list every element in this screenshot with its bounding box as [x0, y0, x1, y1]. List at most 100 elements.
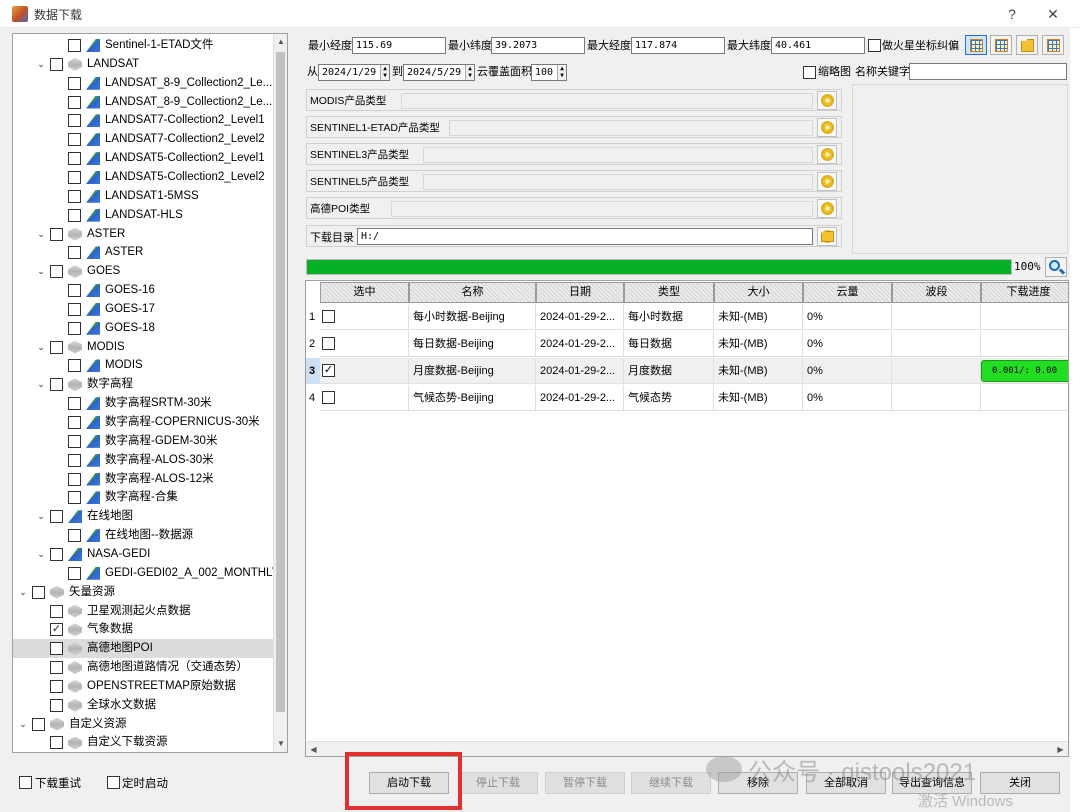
- tree-checkbox[interactable]: [68, 76, 81, 90]
- zoom-button[interactable]: [1045, 257, 1067, 277]
- tree-item[interactable]: Sentinel-1-ETAD文件: [13, 36, 275, 55]
- gear-icon[interactable]: [817, 172, 837, 191]
- pick-area-button[interactable]: [990, 35, 1012, 55]
- tree-item[interactable]: LANDSAT7-Collection2_Level2: [13, 130, 275, 149]
- tree-checkbox[interactable]: [32, 585, 45, 599]
- chevron-down-icon[interactable]: ⌄: [35, 55, 47, 74]
- tree-scrollbar[interactable]: ▲ ▼: [273, 34, 287, 752]
- chevron-down-icon[interactable]: ⌄: [35, 545, 47, 564]
- tree-item[interactable]: LANDSAT5-Collection2_Level1: [13, 149, 275, 168]
- pause-download-button[interactable]: 暂停下载: [545, 772, 625, 794]
- table-row[interactable]: [320, 385, 409, 411]
- table-row[interactable]: ✓: [320, 358, 409, 384]
- tree-checkbox[interactable]: [68, 397, 81, 411]
- tree-checkbox[interactable]: [68, 152, 81, 166]
- min-lat-input[interactable]: 39.2073: [491, 37, 585, 54]
- tree-item[interactable]: ⌄ ASTER: [13, 225, 275, 244]
- column-header[interactable]: 名称: [409, 282, 536, 303]
- chevron-down-icon[interactable]: ⌄: [35, 375, 47, 394]
- tree-checkbox[interactable]: [68, 453, 81, 467]
- tree-item[interactable]: GOES-16: [13, 281, 275, 300]
- max-lat-input[interactable]: 40.461: [771, 37, 865, 54]
- tree-checkbox[interactable]: [50, 661, 63, 675]
- thumbnail-checkbox[interactable]: [803, 66, 816, 79]
- from-date-spinner[interactable]: ▲ ▼: [380, 65, 389, 80]
- chevron-down-icon[interactable]: ⌄: [17, 583, 29, 602]
- scroll-down-icon[interactable]: ▼: [274, 736, 287, 752]
- min-lon-input[interactable]: 115.69: [352, 37, 446, 54]
- tree-checkbox[interactable]: [68, 434, 81, 448]
- tree-item[interactable]: 高德地图道路情况（交通态势）: [13, 658, 275, 677]
- gear-icon[interactable]: [817, 91, 837, 110]
- scroll-left-icon[interactable]: ◀: [306, 742, 321, 756]
- row-checkbox[interactable]: [322, 391, 335, 404]
- grid-tool-button[interactable]: [1042, 35, 1064, 55]
- tree-checkbox[interactable]: [68, 359, 81, 373]
- row-checkbox[interactable]: [322, 337, 335, 350]
- scroll-right-icon[interactable]: ▶: [1053, 742, 1068, 756]
- tree-checkbox[interactable]: [68, 189, 81, 203]
- row-checkbox[interactable]: ✓: [322, 364, 335, 377]
- tree-checkbox[interactable]: [50, 698, 63, 712]
- select-area-button[interactable]: [965, 35, 987, 55]
- close-window-button[interactable]: ✕: [1041, 4, 1065, 24]
- stop-download-button[interactable]: 停止下载: [458, 772, 538, 794]
- open-folder-button[interactable]: [1016, 35, 1038, 55]
- tree-item[interactable]: OPENSTREETMAP原始数据: [13, 677, 275, 696]
- column-header[interactable]: 波段: [892, 282, 981, 303]
- tree-item[interactable]: ✓ 气象数据: [13, 620, 275, 639]
- tree-item[interactable]: ASTER: [13, 243, 275, 262]
- to-date-input[interactable]: 2024/5/29 ▲ ▼: [403, 64, 475, 81]
- table-row[interactable]: [320, 331, 409, 357]
- resume-download-button[interactable]: 继续下载: [631, 772, 711, 794]
- tree-item[interactable]: 数字高程-合集: [13, 488, 275, 507]
- tree-checkbox[interactable]: [68, 302, 81, 316]
- download-dir-input[interactable]: H:/: [357, 228, 813, 245]
- to-date-spinner[interactable]: ▲ ▼: [465, 65, 474, 80]
- table-row[interactable]: [320, 304, 409, 330]
- tree-checkbox[interactable]: [68, 114, 81, 128]
- tree-checkbox[interactable]: [68, 95, 81, 109]
- cloud-input[interactable]: 100 ▲ ▼: [531, 64, 567, 81]
- help-button[interactable]: ?: [1000, 4, 1024, 24]
- chevron-down-icon[interactable]: ⌄: [17, 715, 29, 734]
- tree-checkbox[interactable]: [50, 57, 63, 71]
- column-header[interactable]: 大小: [714, 282, 803, 303]
- column-header[interactable]: 类型: [624, 282, 714, 303]
- product-type-field[interactable]: [423, 147, 813, 163]
- scroll-thumb[interactable]: [276, 52, 285, 712]
- tree-checkbox[interactable]: ✓: [50, 623, 63, 637]
- column-header[interactable]: 日期: [536, 282, 624, 303]
- keyword-input[interactable]: [909, 63, 1067, 80]
- tree-checkbox[interactable]: [50, 265, 63, 279]
- tree-item[interactable]: MODIS: [13, 356, 275, 375]
- chevron-down-icon[interactable]: ⌄: [35, 225, 47, 244]
- tree-checkbox[interactable]: [50, 604, 63, 618]
- result-table[interactable]: 选中 名称 日期 类型 大小 云量 波段 下载进度 1 每小时数据-Beijing 2024-01…: [305, 280, 1069, 757]
- tree-item[interactable]: 自定义下载资源: [13, 733, 275, 752]
- tree-checkbox[interactable]: [68, 491, 81, 505]
- tree-checkbox[interactable]: [50, 679, 63, 693]
- tree-item[interactable]: ⌄ NASA-GEDI: [13, 545, 275, 564]
- tree-item[interactable]: LANDSAT_8-9_Collection2_Le...: [13, 93, 275, 112]
- tree-item[interactable]: ⌄ GOES: [13, 262, 275, 281]
- tree-checkbox[interactable]: [32, 717, 45, 731]
- from-date-input[interactable]: 2024/1/29 ▲ ▼: [318, 64, 390, 81]
- tree-checkbox[interactable]: [68, 321, 81, 335]
- tree-checkbox[interactable]: [50, 547, 63, 561]
- tree-item[interactable]: LANDSAT5-Collection2_Level2: [13, 168, 275, 187]
- tree-item[interactable]: LANDSAT_8-9_Collection2_Le...: [13, 74, 275, 93]
- tree-item[interactable]: 卫星观测起火点数据: [13, 602, 275, 621]
- tree-checkbox[interactable]: [68, 208, 81, 222]
- tree-item[interactable]: ⌄ 自定义资源: [13, 715, 275, 734]
- tree-checkbox[interactable]: [50, 378, 63, 392]
- product-type-field[interactable]: [449, 120, 813, 136]
- tree-checkbox[interactable]: [50, 642, 63, 656]
- tree-checkbox[interactable]: [68, 472, 81, 486]
- scroll-up-icon[interactable]: ▲: [274, 34, 287, 50]
- tree-checkbox[interactable]: [68, 566, 81, 580]
- tree-item[interactable]: ⌄ 矢量资源: [13, 583, 275, 602]
- tree-checkbox[interactable]: [68, 39, 81, 52]
- tree-checkbox[interactable]: [68, 133, 81, 147]
- gear-icon[interactable]: [817, 145, 837, 164]
